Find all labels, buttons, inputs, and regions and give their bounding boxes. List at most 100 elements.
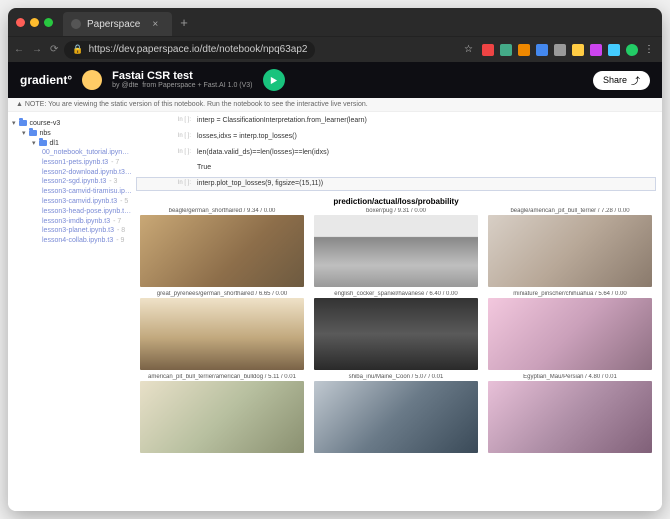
static-notice: ▲ NOTE: You are viewing the static versi… [8, 98, 662, 112]
ext-icon[interactable] [500, 44, 512, 56]
chevron-down-icon: ▾ [12, 119, 16, 127]
notebook-subtitle: by @dte from Paperspace + Fast.AI 1.0 (V… [112, 82, 252, 89]
loss-item: miniature_pinscher/chihuahua / 5.64 / 0.… [488, 291, 652, 370]
file-item[interactable]: lesson2-download.ipynb.t3- 2 [42, 168, 132, 178]
url-text: https://dev.paperspace.io/dte/notebook/n… [89, 44, 308, 55]
loss-item: Egyptian_Mau/Persian / 4.80 / 0.01 [488, 374, 652, 453]
ext-icon[interactable] [572, 44, 584, 56]
code-cell[interactable]: In [ ]:interp = ClassificationInterpreta… [136, 114, 656, 128]
loss-thumb [314, 215, 478, 287]
notebook-title-block: Fastai CSR test by @dte from Paperspace … [112, 71, 252, 89]
browser-tab[interactable]: Paperspace × [63, 12, 172, 36]
new-tab-button[interactable]: + [180, 15, 188, 30]
avatar[interactable] [82, 70, 102, 90]
cells: In [ ]:interp = ClassificationInterpreta… [136, 114, 656, 191]
loss-caption: beagle/american_pit_bull_terrier / 7.28 … [488, 208, 652, 215]
top-losses-grid: beagle/german_shorthaired / 9.34 / 0.00 b… [136, 208, 656, 453]
app-window: Paperspace × + ← → ⟳ 🔒 https://dev.paper… [8, 8, 662, 511]
folder[interactable]: ▾ dl1 [12, 138, 132, 148]
file-item[interactable]: lesson4-collab.ipynb.t3- 9 [42, 236, 132, 246]
loss-caption: boxer/pug / 9.31 / 0.00 [314, 208, 478, 215]
chevron-down-icon: ▾ [22, 129, 26, 137]
zoom-window-icon[interactable] [44, 18, 53, 27]
run-button[interactable] [263, 69, 285, 91]
loss-thumb [488, 215, 652, 287]
folder-icon [19, 120, 27, 126]
folder[interactable]: ▾ nbs [12, 128, 132, 138]
folder-label: nbs [40, 130, 51, 137]
folder-icon [29, 130, 37, 136]
minimize-window-icon[interactable] [30, 18, 39, 27]
code-cell[interactable]: In [ ]:losses,idxs = interp.top_losses() [136, 130, 656, 144]
file-item[interactable]: lesson3-head-pose.ipynb.t3- 6 [42, 207, 132, 217]
file-item[interactable]: lesson3-camvid.ipynb.t3- 5 [42, 197, 132, 207]
window-controls [16, 18, 53, 27]
tab-title: Paperspace [87, 19, 140, 30]
menu-icon[interactable]: ⋮ [644, 44, 656, 56]
loss-caption: english_cocker_spaniel/havanese / 6.40 /… [314, 291, 478, 298]
loss-item: great_pyrenees/german_shorthaired / 6.65… [140, 291, 304, 370]
code-cell[interactable]: In [ ]:interp.plot_top_losses(9, figsize… [136, 177, 656, 191]
close-tab-icon[interactable]: × [152, 19, 158, 30]
loss-thumb [140, 381, 304, 453]
file-list: 00_notebook_tutorial.ipynb.t3- 0lesson1-… [12, 148, 132, 246]
star-icon[interactable]: ☆ [464, 44, 476, 56]
app-header: gradient° Fastai CSR test by @dte from P… [8, 62, 662, 98]
loss-caption: american_pit_bull_terrier/american_bulld… [140, 374, 304, 381]
chevron-down-icon: ▾ [32, 139, 36, 147]
loss-caption: Egyptian_Mau/Persian / 4.80 / 0.01 [488, 374, 652, 381]
loss-item: shiba_inu/Maine_Coon / 5.07 / 0.01 [314, 374, 478, 453]
loss-caption: shiba_inu/Maine_Coon / 5.07 / 0.01 [314, 374, 478, 381]
loss-thumb [314, 381, 478, 453]
loss-item: beagle/american_pit_bull_terrier / 7.28 … [488, 208, 652, 287]
loss-item: english_cocker_spaniel/havanese / 6.40 /… [314, 291, 478, 370]
notebook-title: Fastai CSR test [112, 71, 252, 82]
loss-thumb [488, 298, 652, 370]
ext-icon[interactable] [608, 44, 620, 56]
loss-item: american_pit_bull_terrier/american_bulld… [140, 374, 304, 453]
ext-icon[interactable] [518, 44, 530, 56]
share-icon: ⤴ [631, 74, 640, 87]
file-item[interactable]: 00_notebook_tutorial.ipynb.t3- 0 [42, 148, 132, 158]
browser-titlebar: Paperspace × + [8, 8, 662, 36]
loss-thumb [314, 298, 478, 370]
share-label: Share [603, 75, 627, 85]
loss-thumb [488, 381, 652, 453]
notice-text: ▲ NOTE: You are viewing the static versi… [16, 101, 368, 108]
loss-caption: great_pyrenees/german_shorthaired / 6.65… [140, 291, 304, 298]
brand-logo[interactable]: gradient° [20, 73, 72, 87]
extensions: ☆ ⋮ [464, 44, 656, 56]
file-item[interactable]: lesson3-planet.ipynb.t3- 8 [42, 226, 132, 236]
profile-icon[interactable] [626, 44, 638, 56]
reload-icon[interactable]: ⟳ [50, 44, 58, 55]
folder[interactable]: ▾ course-v3 [12, 118, 132, 128]
file-item[interactable]: lesson3-imdb.ipynb.t3- 7 [42, 217, 132, 227]
main-area: ▾ course-v3 ▾ nbs ▾ dl1 00_notebook_tuto… [8, 112, 662, 511]
loss-thumb [140, 215, 304, 287]
back-icon[interactable]: ← [14, 44, 24, 55]
file-tree: ▾ course-v3 ▾ nbs ▾ dl1 00_notebook_tuto… [8, 112, 136, 511]
play-icon [269, 76, 278, 85]
ext-icon[interactable] [590, 44, 602, 56]
loss-item: boxer/pug / 9.31 / 0.00 [314, 208, 478, 287]
loss-thumb [140, 298, 304, 370]
ext-icon[interactable] [554, 44, 566, 56]
file-item[interactable]: lesson3-camvid-tiramisu.ipynb. [42, 187, 132, 197]
close-window-icon[interactable] [16, 18, 25, 27]
forward-icon[interactable]: → [32, 44, 42, 55]
file-item[interactable]: lesson2-sgd.ipynb.t3- 3 [42, 177, 132, 187]
address-bar[interactable]: 🔒 https://dev.paperspace.io/dte/notebook… [64, 41, 315, 59]
ext-icon[interactable] [482, 44, 494, 56]
ext-icon[interactable] [536, 44, 548, 56]
loss-caption: miniature_pinscher/chihuahua / 5.64 / 0.… [488, 291, 652, 298]
output-cell[interactable]: True [136, 161, 656, 175]
folder-label: course-v3 [30, 120, 61, 127]
share-button[interactable]: Share ⤴ [593, 71, 650, 90]
file-item[interactable]: lesson1-pets.ipynb.t3- 7 [42, 158, 132, 168]
output-title: prediction/actual/loss/probability [136, 193, 656, 208]
folder-icon [39, 140, 47, 146]
loss-caption: beagle/german_shorthaired / 9.34 / 0.00 [140, 208, 304, 215]
code-cell[interactable]: In [ ]:len(data.valid_ds)==len(losses)==… [136, 146, 656, 160]
nav-buttons: ← → ⟳ [14, 44, 58, 55]
loss-item: beagle/german_shorthaired / 9.34 / 0.00 [140, 208, 304, 287]
